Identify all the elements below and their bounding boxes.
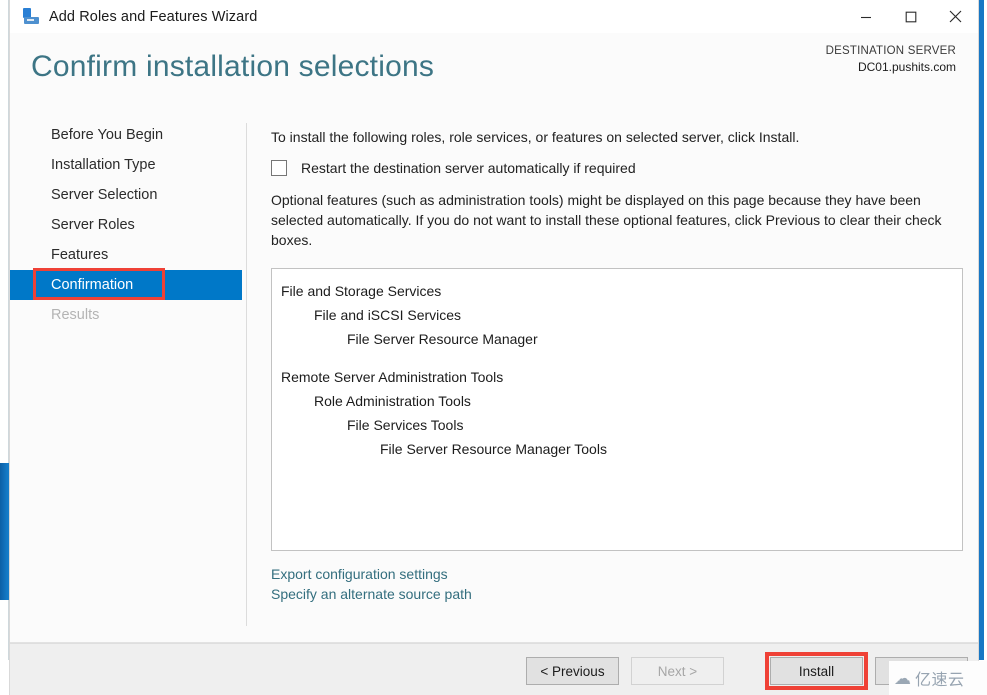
sidebar-item-installation-type[interactable]: Installation Type (10, 150, 242, 180)
selections-list: File and Storage Services File and iSCSI… (272, 269, 962, 461)
destination-server-info: DESTINATION SERVER DC01.pushits.com (826, 43, 956, 75)
intro-text: To install the following roles, role ser… (271, 129, 800, 145)
list-item[interactable]: Remote Server Administration Tools (272, 365, 962, 389)
install-button[interactable]: Install (770, 657, 863, 685)
next-button: Next > (631, 657, 724, 685)
watermark-text: 亿速云 (915, 670, 965, 689)
sidebar-item-before-you-begin[interactable]: Before You Begin (10, 120, 242, 150)
destination-server-label: DESTINATION SERVER (825, 45, 956, 57)
window-title: Add Roles and Features Wizard (49, 8, 258, 25)
server-wizard-icon (22, 7, 40, 26)
page-title: Confirm installation selections (31, 50, 435, 83)
list-item[interactable]: Role Administration Tools (272, 389, 962, 413)
sidebar-divider (246, 123, 247, 626)
sidebar-item-server-roles[interactable]: Server Roles (10, 210, 242, 240)
window-controls (843, 0, 978, 33)
list-item[interactable]: File and iSCSI Services (272, 303, 962, 327)
title-bar: Add Roles and Features Wizard (10, 0, 978, 33)
restart-server-option[interactable]: Restart the destination server automatic… (271, 160, 636, 176)
wizard-body: Before You Begin Installation Type Serve… (10, 120, 978, 642)
maximize-icon[interactable] (888, 0, 933, 33)
add-roles-and-features-wizard-window: Add Roles and Features Wizard Confirm in… (9, 0, 979, 695)
specify-alternate-source-path-link[interactable]: Specify an alternate source path (271, 584, 472, 604)
list-item[interactable]: File Server Resource Manager (272, 327, 962, 351)
sidebar-item-confirmation[interactable]: Confirmation (10, 270, 242, 300)
destination-server-name: DC01.pushits.com (857, 60, 956, 74)
list-item[interactable]: File Server Resource Manager Tools (272, 437, 962, 461)
watermark: ☁ 亿速云 (889, 661, 987, 695)
footer-bar: < Previous Next > Install Cancel (10, 643, 978, 695)
selections-listbox[interactable]: File and Storage Services File and iSCSI… (271, 268, 963, 551)
list-item[interactable]: File Services Tools (272, 413, 962, 437)
export-configuration-settings-link[interactable]: Export configuration settings (271, 564, 472, 584)
restart-server-checkbox[interactable] (271, 160, 287, 176)
list-item[interactable]: File and Storage Services (272, 279, 962, 303)
cloud-icon: ☁ (894, 668, 911, 688)
content-pane: To install the following roles, role ser… (262, 120, 964, 642)
wizard-step-navigation: Before You Begin Installation Type Serve… (10, 120, 242, 642)
restart-server-label: Restart the destination server automatic… (301, 160, 636, 176)
close-icon[interactable] (933, 0, 978, 33)
header-band: Confirm installation selections DESTINAT… (10, 33, 978, 120)
sidebar-item-features[interactable]: Features (10, 240, 242, 270)
sidebar-item-server-selection[interactable]: Server Selection (10, 180, 242, 210)
previous-button[interactable]: < Previous (526, 657, 619, 685)
sidebar-item-results: Results (51, 307, 100, 323)
optional-features-note: Optional features (such as administratio… (271, 192, 942, 248)
minimize-icon[interactable] (843, 0, 888, 33)
content-links: Export configuration settings Specify an… (271, 564, 472, 604)
list-item-spacer (272, 351, 962, 365)
